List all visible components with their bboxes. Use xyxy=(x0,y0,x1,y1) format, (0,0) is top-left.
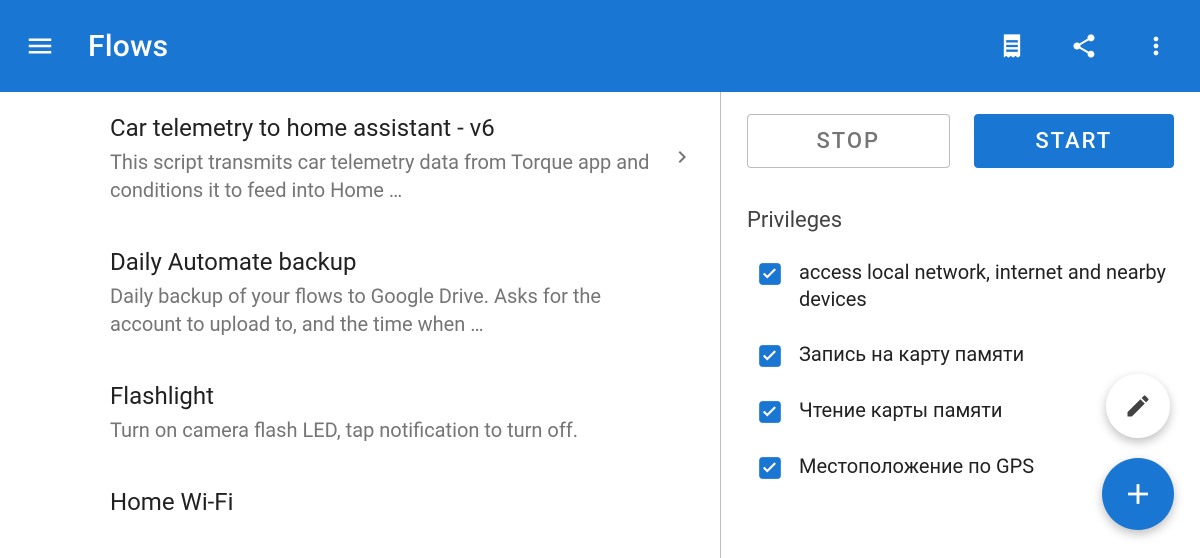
checkbox-checked-icon[interactable] xyxy=(757,261,783,287)
flow-item[interactable]: Flashlight Turn on camera flash LED, tap… xyxy=(0,360,720,466)
edit-fab[interactable] xyxy=(1106,374,1170,438)
appbar: Flows xyxy=(0,0,1200,92)
share-icon[interactable] xyxy=(1060,22,1108,70)
chevron-right-icon xyxy=(670,145,694,173)
flow-desc: This script transmits car telemetry data… xyxy=(110,148,660,204)
checkbox-checked-icon[interactable] xyxy=(757,343,783,369)
plus-icon xyxy=(1121,477,1155,511)
flow-list: Car telemetry to home assistant - v6 Thi… xyxy=(0,92,720,558)
privilege-item[interactable]: Запись на карту памяти xyxy=(747,331,1174,387)
privilege-label: Местоположение по GPS xyxy=(799,453,1034,480)
privilege-label: Запись на карту памяти xyxy=(799,341,1024,368)
privilege-label: access local network, internet and nearb… xyxy=(799,259,1174,313)
privilege-item[interactable]: access local network, internet and nearb… xyxy=(747,249,1174,331)
flow-title: Car telemetry to home assistant - v6 xyxy=(110,114,660,142)
receipt-icon[interactable] xyxy=(988,22,1036,70)
menu-icon[interactable] xyxy=(20,26,60,66)
stop-button[interactable]: STOP xyxy=(747,114,950,168)
flow-item[interactable]: Daily Automate backup Daily backup of yo… xyxy=(0,226,720,360)
checkbox-checked-icon[interactable] xyxy=(757,399,783,425)
flow-item[interactable]: Car telemetry to home assistant - v6 Thi… xyxy=(0,92,720,226)
flow-title: Flashlight xyxy=(110,382,660,410)
flow-desc: Daily backup of your flows to Google Dri… xyxy=(110,282,660,338)
flow-title: Home Wi-Fi xyxy=(110,488,660,516)
page-title: Flows xyxy=(88,29,168,64)
flow-title: Daily Automate backup xyxy=(110,248,660,276)
privileges-heading: Privileges xyxy=(747,208,1174,233)
more-icon[interactable] xyxy=(1132,22,1180,70)
detail-panel: STOP START Privileges access local netwo… xyxy=(721,92,1200,558)
pencil-icon xyxy=(1124,392,1152,420)
add-fab[interactable] xyxy=(1102,458,1174,530)
checkbox-checked-icon[interactable] xyxy=(757,455,783,481)
flow-desc: Turn on camera flash LED, tap notificati… xyxy=(110,416,660,444)
start-button[interactable]: START xyxy=(974,114,1175,168)
flow-item[interactable]: Home Wi-Fi xyxy=(0,466,720,516)
privilege-label: Чтение карты памяти xyxy=(799,397,1002,424)
